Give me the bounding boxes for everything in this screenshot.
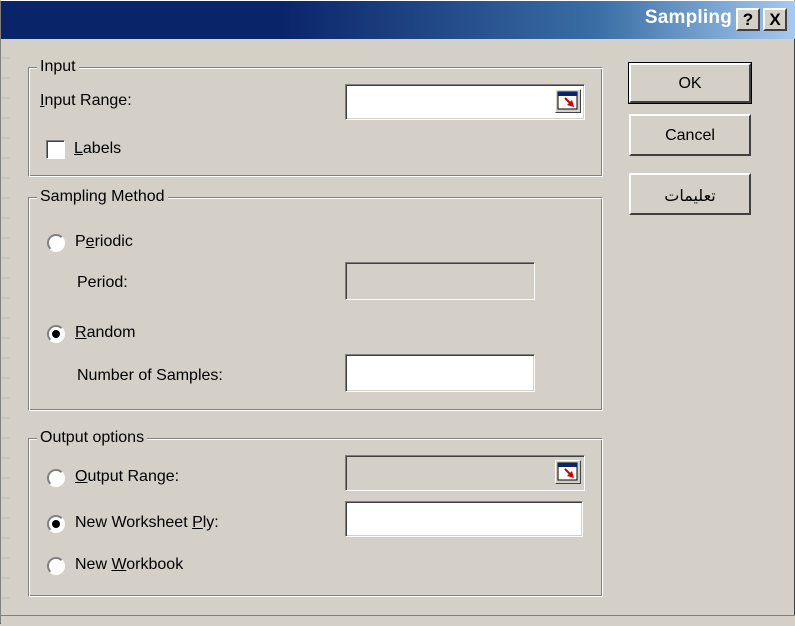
input-range-label: Input Range: bbox=[40, 92, 132, 110]
output-range-label-text: utput Range: bbox=[87, 468, 180, 485]
range-selector-icon bbox=[557, 91, 578, 110]
cancel-button[interactable]: Cancel bbox=[629, 114, 751, 156]
labels-checkbox[interactable] bbox=[46, 140, 65, 159]
periodic-label[interactable]: Periodic bbox=[75, 233, 133, 251]
random-label-text: andom bbox=[86, 324, 136, 341]
period-label: Period: bbox=[77, 274, 128, 291]
period-field[interactable] bbox=[345, 262, 535, 300]
output-options-group: Output options Output Range: New Workshe… bbox=[28, 428, 603, 597]
output-range-field[interactable] bbox=[345, 455, 585, 491]
input-group-legend: Input bbox=[37, 57, 79, 77]
labels-label-text: abels bbox=[82, 140, 122, 157]
output-range-selector-button[interactable] bbox=[555, 460, 581, 484]
background-grid-strip bbox=[1, 39, 10, 625]
number-of-samples-label: Number of Samples: bbox=[77, 367, 223, 384]
help-title-button[interactable]: ? bbox=[736, 8, 760, 31]
random-label[interactable]: Random bbox=[75, 324, 135, 342]
sampling-method-group: Sampling Method Periodic Period: Random … bbox=[28, 187, 603, 411]
sampling-dialog: Sampling ? X Input Input Range: Labels S… bbox=[0, 0, 795, 626]
close-icon: X bbox=[769, 10, 781, 29]
output-range-label[interactable]: Output Range: bbox=[75, 468, 179, 486]
range-selector-icon bbox=[557, 462, 578, 481]
new-worksheet-field[interactable] bbox=[345, 501, 583, 537]
input-range-label-text: nput Range: bbox=[44, 92, 132, 109]
window-title: Sampling bbox=[644, 7, 732, 28]
output-range-label-mnemonic: O bbox=[75, 468, 88, 485]
new-workbook-radio[interactable] bbox=[47, 557, 65, 575]
input-range-selector-button[interactable] bbox=[555, 89, 581, 113]
sampling-method-legend: Sampling Method bbox=[37, 187, 168, 207]
new-worksheet-radio[interactable] bbox=[47, 515, 65, 533]
new-worksheet-label[interactable]: New Worksheet Ply: bbox=[75, 514, 219, 532]
periodic-label-post: riodic bbox=[94, 233, 133, 250]
new-worksheet-label-post: ly: bbox=[202, 514, 219, 531]
new-workbook-label[interactable]: New Workbook bbox=[75, 556, 183, 574]
number-of-samples-field[interactable] bbox=[345, 354, 535, 392]
close-button[interactable]: X bbox=[763, 8, 787, 31]
periodic-label-pre: P bbox=[75, 233, 86, 250]
random-radio-dot bbox=[52, 330, 60, 338]
new-workbook-label-pre: New bbox=[75, 556, 112, 573]
ok-button-label: OK bbox=[678, 75, 702, 92]
question-icon: ? bbox=[742, 10, 754, 29]
title-bar[interactable]: Sampling ? X bbox=[1, 1, 795, 39]
output-range-radio[interactable] bbox=[47, 469, 65, 487]
new-worksheet-label-mnemonic: P bbox=[192, 514, 203, 531]
input-range-field[interactable] bbox=[345, 84, 585, 120]
help-button[interactable]: تعليمات bbox=[629, 173, 751, 215]
background-bottom-strip bbox=[1, 615, 795, 626]
ok-button[interactable]: OK bbox=[628, 62, 752, 104]
periodic-radio[interactable] bbox=[47, 234, 65, 252]
help-button-label: تعليمات bbox=[664, 188, 716, 205]
new-worksheet-radio-dot bbox=[52, 520, 60, 528]
labels-checkbox-label[interactable]: Labels bbox=[74, 140, 121, 158]
output-options-legend: Output options bbox=[37, 428, 148, 448]
random-label-mnemonic: R bbox=[75, 324, 87, 341]
new-workbook-label-post: orkbook bbox=[126, 556, 184, 573]
random-radio[interactable] bbox=[47, 325, 65, 343]
new-workbook-label-mnemonic: W bbox=[111, 556, 127, 573]
input-group: Input Input Range: Labels bbox=[28, 57, 603, 177]
cancel-button-label: Cancel bbox=[665, 127, 715, 144]
new-worksheet-label-pre: New Worksheet bbox=[75, 514, 193, 531]
periodic-label-mnemonic: e bbox=[85, 233, 95, 250]
labels-label-mnemonic: L bbox=[74, 140, 83, 157]
